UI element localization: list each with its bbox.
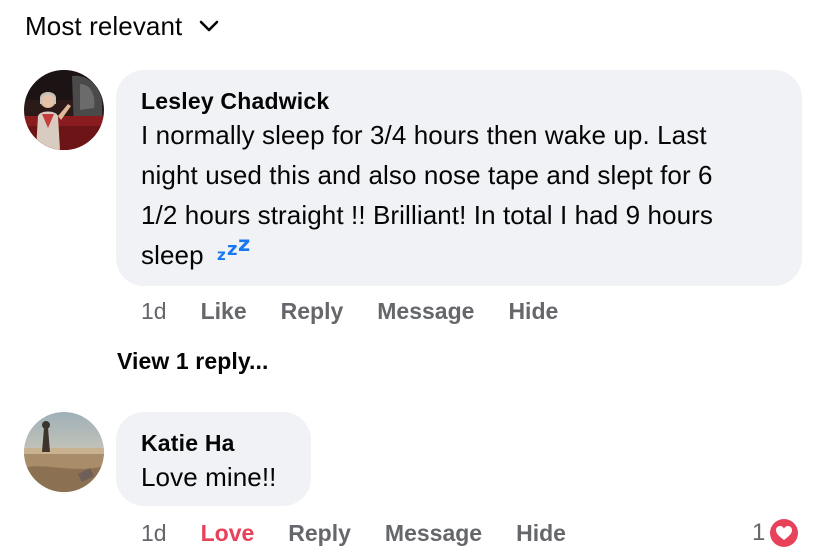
message-button[interactable]: Message: [377, 298, 474, 325]
comment-actions: 1d Love Reply Message Hide: [141, 516, 566, 550]
comment-timestamp[interactable]: 1d: [141, 520, 167, 547]
comment-text: Love mine!!: [141, 462, 277, 492]
comment-text-line: night used this and also nose tape and s…: [141, 160, 713, 190]
comment-text-last-line: sleep z z z: [141, 232, 791, 275]
message-button[interactable]: Message: [385, 520, 482, 547]
comment-text-line: 1/2 hours straight !! Brilliant! In tota…: [141, 200, 714, 230]
comment-text-line: sleep: [141, 240, 204, 270]
reply-button[interactable]: Reply: [288, 520, 351, 547]
reply-button[interactable]: Reply: [281, 298, 344, 325]
view-replies-link[interactable]: View 1 reply...: [117, 348, 269, 375]
comment-text: I normally sleep for 3/4 hours then wake…: [141, 115, 791, 275]
hide-button[interactable]: Hide: [508, 298, 558, 325]
comment-text-line: I normally sleep for 3/4 hours then wake…: [141, 120, 707, 150]
reaction-count: 1: [752, 519, 766, 546]
love-button[interactable]: Love: [201, 520, 255, 547]
comment-actions: 1d Like Reply Message Hide: [141, 294, 558, 328]
comment-author[interactable]: Lesley Chadwick: [141, 88, 329, 115]
hide-button[interactable]: Hide: [516, 520, 566, 547]
reaction-summary[interactable]: 1: [752, 516, 801, 550]
like-button[interactable]: Like: [201, 298, 247, 325]
comment-timestamp[interactable]: 1d: [141, 298, 167, 325]
heart-icon: [768, 517, 801, 549]
avatar[interactable]: [24, 70, 104, 150]
comment-author[interactable]: Katie Ha: [141, 430, 235, 457]
sort-dropdown[interactable]: Most relevant: [25, 8, 220, 44]
sort-label: Most relevant: [25, 10, 183, 41]
chevron-down-icon: [198, 19, 220, 33]
zzz-sleep-icon: z z z: [216, 232, 251, 264]
avatar[interactable]: [24, 412, 104, 492]
